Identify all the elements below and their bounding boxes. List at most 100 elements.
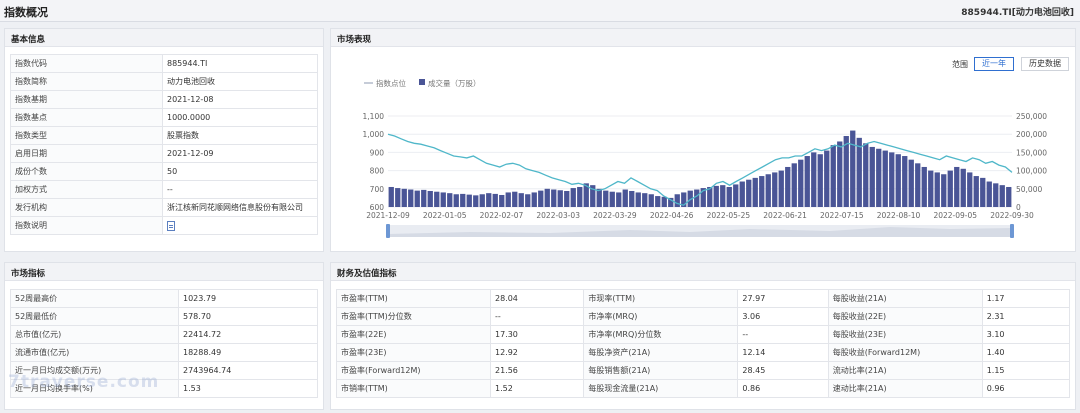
finance-label: 市净率(MRQ)分位数 — [583, 325, 739, 344]
indicator-value: 2743964.74 — [178, 361, 318, 380]
volume-bar — [401, 188, 407, 207]
finance-value: 17.30 — [489, 325, 585, 344]
finance-label: 每股销售额(21A) — [583, 361, 739, 380]
basic-info-value: -- — [162, 180, 318, 199]
indicator-value: 1023.79 — [178, 289, 318, 308]
finance-label: 每股收益(21A) — [827, 289, 983, 308]
volume-bar — [791, 163, 797, 207]
legend-volume-swatch — [419, 79, 425, 85]
basic-info-label: 指数简称 — [10, 72, 163, 91]
page-title: 指数概况 — [4, 6, 48, 19]
volume-bar — [512, 191, 518, 207]
table-row: 近一月日均成交额(万元) 2743964.74 — [10, 361, 318, 380]
finance-value: 12.92 — [489, 343, 585, 362]
volume-bar — [908, 159, 914, 207]
table-row: 指数基点 1000.0000 — [10, 108, 318, 127]
volume-bar — [850, 130, 856, 207]
finance-label: 市盈率(TTM) — [336, 289, 491, 308]
volume-bar — [726, 186, 732, 207]
volume-bar — [408, 189, 414, 207]
finance-title: 财务及估值指标 — [331, 263, 1075, 281]
finance-value: 12.14 — [737, 343, 829, 362]
finance-label: 市盈率(Forward12M) — [336, 361, 491, 380]
finance-label: 每股收益(Forward12M) — [827, 343, 983, 362]
market-indicators-table: 52周最高价 1023.79 52周最低价 578.70 总市值(亿元) 22414.72… — [10, 289, 318, 398]
finance-value: 1.17 — [981, 289, 1071, 308]
y-right-tick-label: 50,000 — [1016, 185, 1042, 194]
table-row: 市盈率(23E) 12.92 每股净资产(21A) 12.14 每股收益(Forward… — [336, 343, 1071, 362]
y-right-tick-label: 150,000 — [1016, 148, 1047, 157]
volume-bar — [460, 193, 466, 207]
finance-panel: 财务及估值指标 市盈率(TTM) 28.04 市现率(TTM) 27.97 每股收益(2… — [330, 262, 1076, 410]
basic-info-label: 成份个数 — [10, 162, 163, 181]
volume-bar — [1006, 186, 1012, 207]
volume-bar — [713, 185, 719, 207]
finance-value: 1.40 — [981, 343, 1071, 362]
volume-bar — [720, 185, 726, 207]
volume-bar — [544, 188, 550, 207]
finance-value: 0.96 — [981, 379, 1071, 398]
finance-label: 市净率(MRQ) — [583, 307, 739, 326]
volume-bar — [492, 193, 498, 207]
table-row: 指数说明 — [10, 216, 318, 235]
finance-label: 市盈率(TTM)分位数 — [336, 307, 491, 326]
indicator-value: 22414.72 — [178, 325, 318, 344]
table-row: 指数代码 885944.TI — [10, 54, 318, 73]
volume-bar — [466, 194, 472, 207]
range-slider-right-handle[interactable] — [1010, 224, 1014, 238]
history-data-button[interactable]: 历史数据 — [1021, 57, 1069, 71]
x-tick-label: 2022-09-30 — [990, 211, 1034, 220]
volume-bar — [759, 176, 765, 207]
x-tick-label: 2022-07-15 — [820, 211, 864, 220]
finance-value: 28.45 — [737, 361, 829, 380]
volume-bar — [733, 184, 739, 207]
finance-label: 市盈率(23E) — [336, 343, 491, 362]
basic-info-label: 启用日期 — [10, 144, 163, 163]
volume-bar — [811, 152, 817, 207]
table-row: 启用日期 2021-12-09 — [10, 144, 318, 163]
basic-info-value: 浙江核新同花顺网络信息股份有限公司 — [162, 198, 318, 217]
finance-value: 1.52 — [489, 379, 585, 398]
volume-bar — [479, 194, 485, 207]
range-slider-left-handle[interactable] — [386, 224, 390, 238]
volume-bar — [830, 145, 836, 207]
volume-bar — [804, 156, 810, 207]
volume-bar — [752, 177, 758, 207]
volume-bar — [895, 154, 901, 207]
x-tick-label: 2022-05-25 — [707, 211, 751, 220]
basic-info-label: 发行机构 — [10, 198, 163, 217]
volume-bar — [531, 192, 537, 207]
volume-bar — [648, 194, 654, 207]
indicator-label: 52周最低价 — [10, 307, 179, 326]
finance-label: 速动比率(21A) — [827, 379, 983, 398]
volume-bar — [395, 188, 401, 207]
finance-label: 市现率(TTM) — [583, 289, 739, 308]
table-row: 指数简称 动力电池回收 — [10, 72, 318, 91]
x-tick-label: 2022-06-21 — [763, 211, 807, 220]
table-row: 市盈率(Forward12M) 21.56 每股销售额(21A) 28.45 流动比率(… — [336, 361, 1071, 380]
volume-bar — [388, 186, 394, 207]
volume-bar — [661, 196, 667, 207]
volume-bar — [674, 194, 680, 207]
volume-bar — [564, 190, 570, 207]
volume-bar — [616, 192, 622, 207]
y-left-tick-label: 1,100 — [363, 112, 385, 121]
volume-bar — [798, 159, 804, 207]
volume-bar — [785, 166, 791, 207]
range-one-year-button[interactable]: 近一年 — [974, 57, 1014, 71]
volume-bar — [928, 170, 934, 207]
x-tick-label: 2022-02-07 — [480, 211, 524, 220]
table-row: 52周最高价 1023.79 — [10, 289, 318, 308]
y-right-tick-label: 200,000 — [1016, 130, 1047, 139]
page-header: 指数概况 885944.TI[动力电池回收] — [0, 0, 1080, 22]
indicator-label: 流通市值(亿元) — [10, 343, 179, 362]
volume-bar — [453, 194, 459, 207]
document-icon[interactable] — [167, 220, 175, 231]
table-row: 指数类型 股票指数 — [10, 126, 318, 145]
table-row: 52周最低价 578.70 — [10, 307, 318, 326]
finance-label: 市盈率(22E) — [336, 325, 491, 344]
indicator-value: 18288.49 — [178, 343, 318, 362]
x-tick-label: 2022-01-05 — [423, 211, 467, 220]
basic-info-title: 基本信息 — [5, 29, 323, 47]
finance-value: 1.15 — [981, 361, 1071, 380]
